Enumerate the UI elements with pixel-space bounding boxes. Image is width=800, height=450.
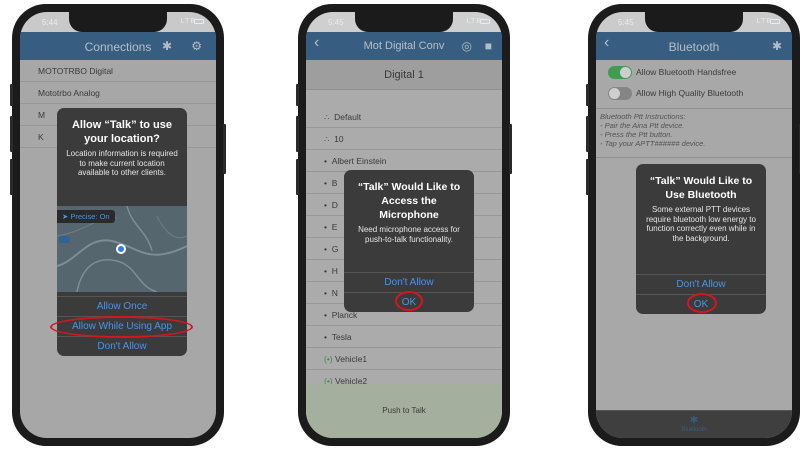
status-time: 5:45 (618, 18, 634, 27)
phone-frame-location: 5:44 LTE Connections ✱ ⚙ MOTOTRBO Digita… (10, 4, 226, 446)
precise-toggle[interactable]: ➤ Precise: On (57, 210, 115, 223)
phone-notch (355, 12, 453, 32)
phone-notch (645, 12, 743, 32)
phone-screen: 5:45 LTE ‹ Mot Digital Conv ◎ ■ Digital … (306, 12, 502, 438)
phone-side-button (586, 84, 589, 106)
phone-frame-bluetooth: 5:45 LTE ‹ Bluetooth ✱ Allow Bluetooth H… (586, 4, 800, 446)
current-location-dot (116, 244, 126, 254)
highlight-oval (50, 316, 193, 338)
alert-title: Allow “Talk” to use your location? (71, 119, 173, 145)
phone-side-button (10, 116, 13, 152)
phone-side-button (586, 116, 589, 152)
phone-side-button (223, 124, 226, 174)
alert-title: “Talk” Would Like to Use Bluetooth (649, 175, 753, 201)
bluetooth-permission-alert: “Talk” Would Like to Use Bluetooth Some … (636, 164, 766, 314)
phone-notch (69, 12, 167, 32)
map-preview: ➤ Precise: On (57, 206, 187, 292)
highlight-oval (395, 291, 423, 311)
dont-allow-button[interactable]: Don't Allow (344, 272, 474, 292)
battery-icon (480, 19, 490, 24)
alert-message: Some external PTT devices require blueto… (646, 205, 756, 243)
phone-side-button (296, 116, 299, 152)
phone-frame-microphone: 5:45 LTE ‹ Mot Digital Conv ◎ ■ Digital … (296, 4, 512, 446)
phone-side-button (296, 84, 299, 106)
phone-side-button (10, 84, 13, 106)
phone-side-button (10, 159, 13, 195)
precise-label: Precise: On (70, 212, 110, 221)
phone-side-button (296, 159, 299, 195)
alert-title: “Talk” Would Like to Access the Micropho… (357, 181, 461, 221)
phone-side-button (586, 159, 589, 195)
status-time: 5:45 (328, 18, 344, 27)
phone-screen: 5:45 LTE ‹ Bluetooth ✱ Allow Bluetooth H… (596, 12, 792, 438)
battery-icon (770, 19, 780, 24)
phone-screen: 5:44 LTE Connections ✱ ⚙ MOTOTRBO Digita… (20, 12, 216, 438)
battery-icon (194, 19, 204, 24)
dont-allow-button[interactable]: Don't Allow (57, 336, 187, 356)
alert-message: Need microphone access for push-to-talk … (358, 225, 460, 244)
highlight-oval (687, 293, 717, 313)
route-shield-icon (59, 236, 70, 243)
status-time: 5:44 (42, 18, 58, 27)
alert-message: Location information is required to make… (66, 149, 178, 177)
location-arrow-icon: ➤ (62, 212, 69, 221)
phone-side-button (509, 124, 512, 174)
allow-once-button[interactable]: Allow Once (57, 296, 187, 316)
dont-allow-button[interactable]: Don't Allow (636, 274, 766, 294)
